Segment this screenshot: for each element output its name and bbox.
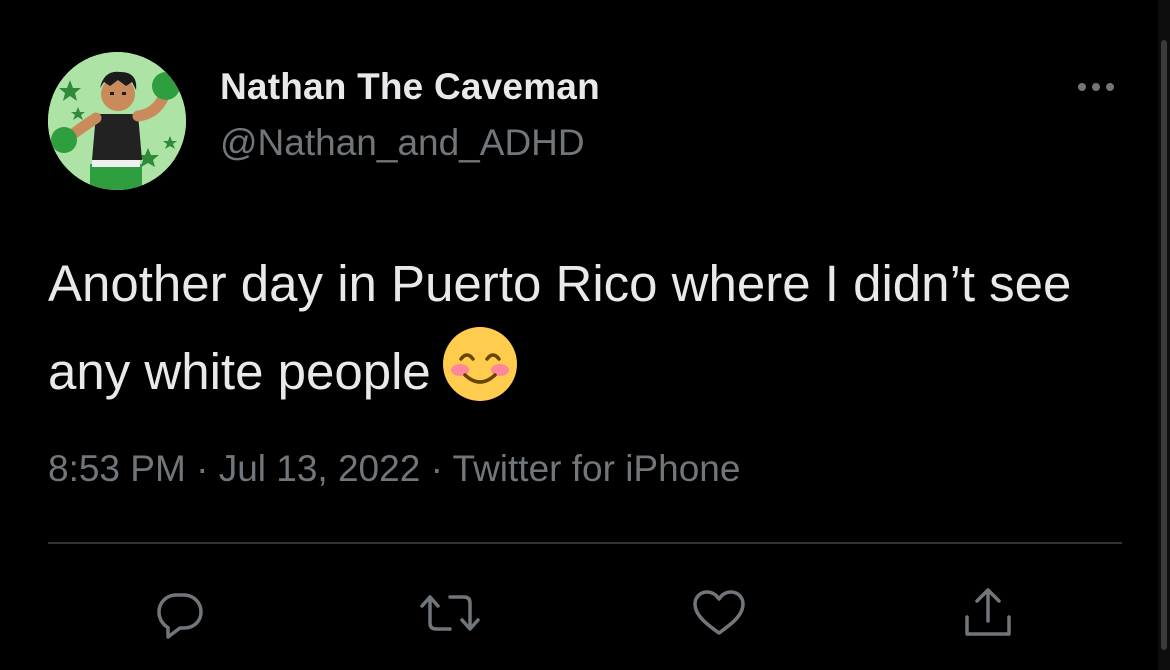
share-icon [965, 588, 1011, 636]
tweet-source[interactable]: Twitter for iPhone [453, 448, 741, 489]
scrollbar-thumb[interactable] [1161, 40, 1167, 650]
meta-separator: · [185, 448, 219, 489]
tweet-time[interactable]: 8:53 PM [48, 448, 186, 489]
tweet-text: Another day in Puerto Rico where I didn’… [48, 242, 1108, 427]
like-button[interactable] [690, 585, 746, 641]
avatar[interactable] [48, 52, 186, 190]
meta-separator: · [420, 448, 453, 489]
heart-icon [693, 590, 745, 635]
tweet-text-content: Another day in Puerto Rico where I didn’… [48, 255, 1072, 400]
boxer-character-avatar-icon [48, 52, 186, 190]
user-handle[interactable]: @Nathan_and_ADHD [220, 122, 585, 164]
display-name[interactable]: Nathan The Caveman [220, 66, 600, 108]
scrollbar[interactable] [1158, 0, 1170, 670]
smiling-face-emoji-icon [441, 325, 519, 427]
more-options-icon[interactable] [1072, 72, 1120, 102]
retweet-button[interactable] [418, 585, 480, 641]
reply-button[interactable] [152, 585, 208, 641]
retweet-icon [420, 595, 480, 631]
tweet-meta: 8:53 PM · Jul 13, 2022 · Twitter for iPh… [48, 448, 740, 490]
reply-icon [157, 593, 203, 639]
share-button[interactable] [960, 585, 1016, 641]
tweet-date[interactable]: Jul 13, 2022 [219, 448, 421, 489]
divider [48, 542, 1122, 544]
